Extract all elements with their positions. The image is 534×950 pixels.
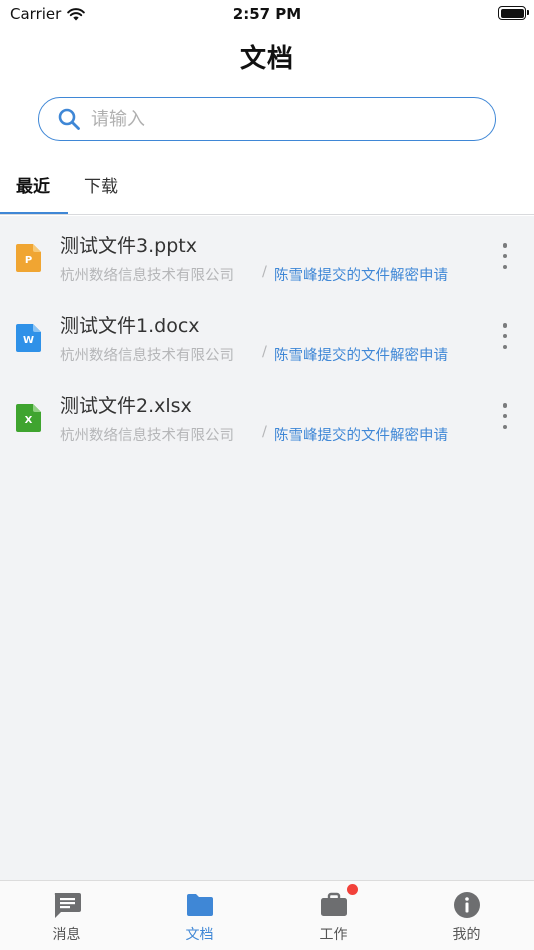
svg-text:P: P (25, 255, 32, 266)
file-separator: / (262, 344, 267, 360)
file-company: 杭州数络信息技术有限公司 (60, 428, 234, 444)
tabbar-label: 工作 (319, 927, 348, 943)
tabbar-label: 消息 (52, 927, 81, 943)
status-bar: Carrier 2:57 PM (0, 0, 534, 28)
more-options-icon[interactable] (496, 401, 514, 431)
svg-text:X: X (25, 415, 33, 426)
file-row[interactable]: P 测试文件3.pptx 杭州数络信息技术有限公司 / 陈雪峰提交的文件解密申请 (0, 217, 534, 297)
search-icon (58, 108, 80, 130)
tabs-divider (0, 214, 534, 215)
file-request-link[interactable]: 陈雪峰提交的文件解密申请 (274, 344, 448, 365)
file-name: 测试文件2.xlsx (60, 395, 192, 417)
tabbar-item-messages[interactable]: 消息 (0, 881, 133, 950)
tabbar-item-documents[interactable]: 文档 (133, 881, 266, 950)
excel-file-icon: X (16, 404, 41, 432)
status-time: 2:57 PM (232, 5, 302, 23)
search-input[interactable] (91, 108, 451, 130)
message-icon (54, 893, 81, 918)
file-separator: / (262, 264, 267, 280)
page-title: 文档 (239, 44, 294, 74)
tabbar-item-me[interactable]: 我的 (400, 881, 533, 950)
more-options-icon[interactable] (496, 241, 514, 271)
bottom-tab-bar: 消息 文档 工作 我的 (0, 880, 534, 950)
info-icon (453, 892, 480, 918)
top-panel: Carrier 2:57 PM 文档 最近 下载 (0, 0, 534, 216)
file-company: 杭州数络信息技术有限公司 (60, 348, 234, 364)
file-request-link[interactable]: 陈雪峰提交的文件解密申请 (274, 424, 448, 445)
folder-icon (186, 894, 213, 916)
file-request-link[interactable]: 陈雪峰提交的文件解密申请 (274, 264, 448, 285)
tab-bar: 最近 下载 (0, 160, 534, 216)
file-row[interactable]: W 测试文件1.docx 杭州数络信息技术有限公司 / 陈雪峰提交的文件解密申请 (0, 297, 534, 377)
word-file-icon: W (16, 324, 41, 352)
file-row[interactable]: X 测试文件2.xlsx 杭州数络信息技术有限公司 / 陈雪峰提交的文件解密申请 (0, 377, 534, 457)
search-bar[interactable] (38, 97, 496, 141)
svg-text:W: W (23, 335, 34, 346)
tabbar-item-work[interactable]: 工作 (267, 881, 400, 950)
more-options-icon[interactable] (496, 321, 514, 351)
file-separator: / (262, 424, 267, 440)
tab-download[interactable]: 下载 (84, 172, 118, 197)
tabbar-label: 我的 (452, 927, 481, 943)
file-name: 测试文件3.pptx (60, 235, 197, 257)
tab-recent[interactable]: 最近 (16, 172, 50, 197)
work-badge-dot (347, 884, 358, 895)
battery-icon (498, 6, 529, 20)
briefcase-icon (320, 892, 347, 916)
ppt-file-icon: P (16, 244, 41, 272)
tabbar-label: 文档 (185, 927, 214, 943)
file-name: 测试文件1.docx (60, 315, 200, 337)
file-company: 杭州数络信息技术有限公司 (60, 268, 234, 284)
